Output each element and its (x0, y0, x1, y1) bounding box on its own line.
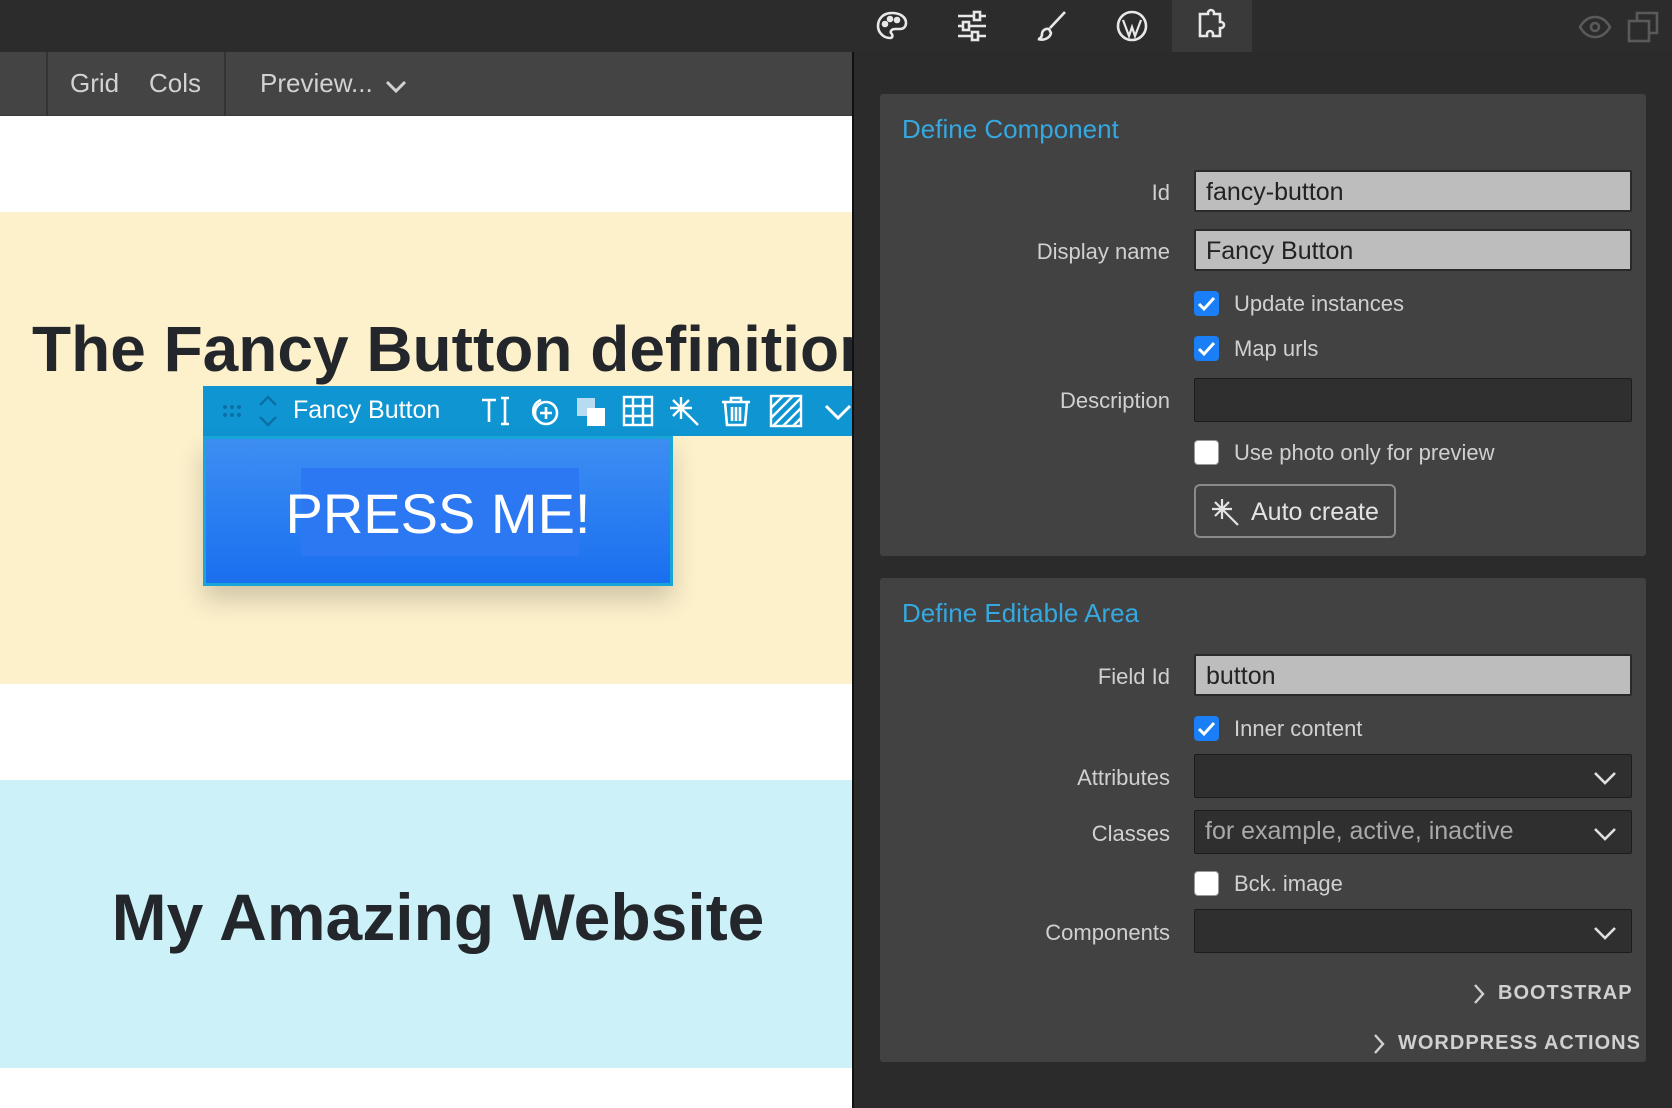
layers-icon[interactable] (575, 394, 609, 428)
id-label: Id (1151, 180, 1170, 205)
chevron-down-icon[interactable] (385, 80, 407, 94)
website-heading[interactable]: My Amazing Website (0, 879, 852, 955)
grid-icon[interactable] (621, 394, 655, 428)
define-editable-card: Define Editable Area Field Id button Inn… (880, 578, 1646, 1062)
properties-panel: Define Component Id fancy-button Display… (854, 52, 1672, 1108)
bck-image-checkbox[interactable] (1194, 871, 1219, 896)
field-id-field[interactable]: button (1194, 654, 1632, 696)
wordpress-actions-label: WORDPRESS ACTIONS (1398, 1032, 1641, 1054)
chevron-right-icon (1474, 984, 1485, 1004)
inner-content-label[interactable]: Inner content (1234, 716, 1362, 742)
description-label: Description (1059, 388, 1170, 413)
classes-placeholder: for example, active, inactive (1205, 817, 1514, 845)
sliders-icon[interactable] (932, 0, 1012, 52)
selection-toolbar: Fancy Button (203, 386, 852, 436)
attributes-label: Attributes (1077, 765, 1170, 790)
app-window: Grid Cols Preview... The Fancy Button de… (0, 0, 1672, 1108)
toolbar-divider (224, 52, 226, 116)
button-label[interactable]: PRESS ME! (206, 481, 670, 546)
attributes-select[interactable] (1194, 754, 1632, 798)
photo-preview-label[interactable]: Use photo only for preview (1234, 440, 1494, 466)
wordpress-actions-section[interactable]: WORDPRESS ACTIONS (1374, 1032, 1641, 1055)
grid-button[interactable]: Grid (70, 68, 119, 99)
field-id-label: Field Id (1097, 664, 1170, 689)
display-name-label: Display name (1036, 239, 1170, 264)
toolbar-divider (46, 52, 48, 116)
bck-image-label[interactable]: Bck. image (1234, 871, 1343, 897)
bootstrap-section[interactable]: BOOTSTRAP (1474, 982, 1633, 1005)
checkmark-icon (1197, 721, 1216, 737)
card-title: Define Component (902, 114, 1119, 144)
components-label: Components (1045, 920, 1170, 945)
card-title: Define Editable Area (902, 598, 1140, 628)
inner-content-checkbox[interactable] (1194, 716, 1219, 741)
id-field[interactable]: fancy-button (1194, 170, 1632, 212)
map-urls-label[interactable]: Map urls (1234, 336, 1318, 362)
preview-dropdown[interactable]: Preview... (260, 68, 373, 99)
components-select[interactable] (1194, 909, 1632, 953)
drag-handle-icon[interactable] (217, 394, 251, 428)
cols-button[interactable]: Cols (149, 68, 201, 99)
auto-create-button[interactable]: Auto create (1194, 484, 1396, 538)
classes-select[interactable]: for example, active, inactive (1194, 810, 1632, 854)
checkmark-icon (1197, 296, 1216, 312)
component-name-label: Fancy Button (293, 396, 441, 424)
canvas-toolbar: Grid Cols Preview... (0, 52, 852, 116)
fancy-button[interactable]: PRESS ME! (203, 436, 673, 586)
classes-label: Classes (1091, 821, 1170, 846)
top-toolbar (0, 0, 1672, 52)
magic-icon[interactable] (667, 394, 701, 428)
photo-preview-checkbox[interactable] (1194, 440, 1219, 465)
magic-icon (1212, 499, 1239, 526)
move-updown-icon[interactable] (251, 394, 285, 428)
eye-icon[interactable] (1578, 10, 1612, 44)
display-name-field[interactable]: Fancy Button (1194, 229, 1632, 271)
update-instances-label[interactable]: Update instances (1234, 291, 1404, 317)
auto-create-label: Auto create (1251, 498, 1379, 526)
duplicate-icon[interactable] (1626, 10, 1660, 44)
text-edit-icon[interactable] (479, 394, 513, 428)
checkmark-icon (1197, 341, 1216, 357)
chevron-down-icon (1594, 772, 1616, 785)
add-circle-icon[interactable] (527, 394, 561, 428)
chevron-down-icon (1594, 828, 1616, 841)
wordpress-icon[interactable] (1092, 0, 1172, 52)
chevron-right-icon (1374, 1034, 1385, 1054)
trash-icon[interactable] (719, 394, 753, 428)
chevron-down-icon (1594, 927, 1616, 940)
pattern-icon[interactable] (769, 394, 803, 428)
section-heading[interactable]: The Fancy Button definition (32, 312, 852, 386)
puzzle-icon[interactable] (1172, 0, 1252, 52)
brush-icon[interactable] (1012, 0, 1092, 52)
chevron-down-icon[interactable] (821, 394, 852, 428)
map-urls-checkbox[interactable] (1194, 336, 1219, 361)
update-instances-checkbox[interactable] (1194, 291, 1219, 316)
description-field[interactable] (1194, 378, 1632, 422)
define-component-card: Define Component Id fancy-button Display… (880, 94, 1646, 556)
bootstrap-label: BOOTSTRAP (1498, 982, 1633, 1004)
palette-icon[interactable] (852, 0, 932, 52)
page-canvas[interactable]: Grid Cols Preview... The Fancy Button de… (0, 52, 852, 1108)
